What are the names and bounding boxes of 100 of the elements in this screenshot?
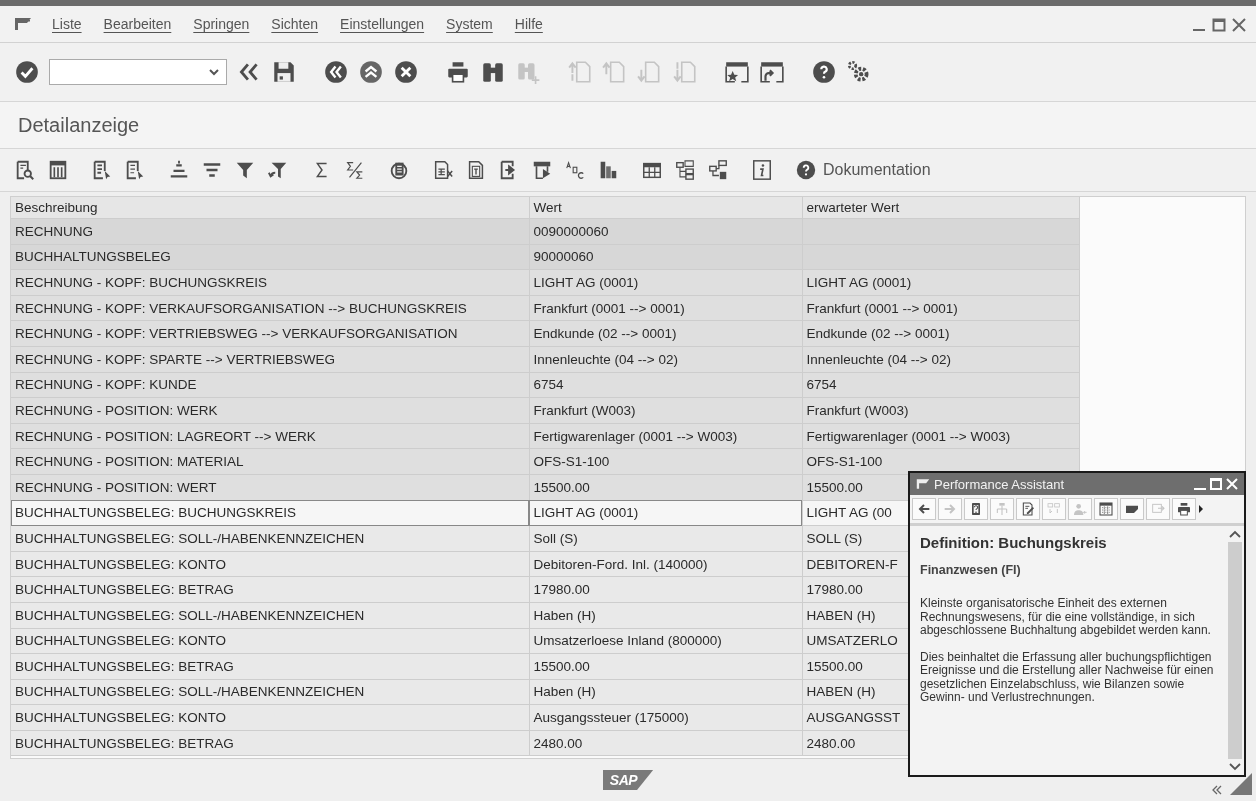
edit-document-icon	[1020, 501, 1036, 517]
table-cell: 6754	[802, 372, 1079, 398]
table-cell: LIGHT AG (0001)	[529, 269, 802, 296]
table-cell: BUCHHALTUNGSBELEG: BETRAG	[11, 730, 529, 756]
table-cell: Frankfurt (0001 --> 0001)	[529, 295, 802, 321]
column-header[interactable]: Wert	[529, 197, 802, 219]
screen-title: Detailanzeige	[18, 113, 140, 137]
table-cell: Frankfurt (W003)	[529, 397, 802, 424]
toolbar-button[interactable]	[912, 498, 936, 520]
document-search-icon[interactable]	[14, 159, 36, 181]
person-icon	[1072, 501, 1088, 517]
list-cursor-icon[interactable]	[91, 159, 113, 181]
table-cell: Fertigwarenlager (0001 --> W003)	[529, 423, 802, 449]
printer-icon[interactable]	[445, 59, 471, 85]
toolbar-button[interactable]	[1120, 498, 1144, 520]
hierarchy-icon	[994, 501, 1010, 517]
menu-item[interactable]: System	[438, 16, 507, 32]
table-cell: Fertigwarenlager (0001 --> W003)	[802, 423, 1079, 449]
column-header[interactable]: erwarteter Wert	[802, 197, 1079, 219]
menu-icon[interactable]	[916, 478, 930, 490]
menu-item[interactable]: Bearbeiten	[95, 16, 186, 32]
column-header[interactable]: Beschreibung	[11, 197, 529, 219]
more-icon[interactable]	[1198, 504, 1204, 514]
table-cell: 90000060	[529, 244, 802, 270]
resize-grip-icon[interactable]	[1230, 773, 1252, 795]
back-icon[interactable]	[323, 59, 349, 85]
command-field[interactable]	[49, 59, 227, 85]
table-cell: Frankfurt (0001 --> 0001)	[802, 295, 1079, 321]
table-cell: Ausgangssteuer (175000)	[529, 704, 802, 731]
check-icon[interactable]	[14, 59, 40, 85]
list-cursor-icon[interactable]	[124, 159, 146, 181]
printer-icon	[1176, 501, 1192, 517]
info-icon[interactable]	[751, 159, 773, 181]
table-cell: Innenleuchte (04 --> 02)	[802, 346, 1079, 373]
toolbar-button[interactable]	[1172, 498, 1196, 520]
table-cell: Debitoren-Ford. Inl. (140000)	[529, 551, 802, 577]
column-layout-icon[interactable]	[47, 159, 69, 181]
toolbar-button[interactable]	[1094, 498, 1118, 520]
table-cell: RECHNUNG - KOPF: KUNDE	[11, 372, 529, 398]
calendar-icon	[1098, 501, 1114, 517]
window-arrow-icon[interactable]	[759, 59, 785, 85]
table-cell: RECHNUNG - KOPF: VERKAUFSORGANISATION --> BUCHUNGSKREIS	[11, 295, 529, 321]
table-cell: Endkunde (02 --> 0001)	[802, 320, 1079, 347]
window-star-icon[interactable]	[724, 59, 750, 85]
table-cell: RECHNUNG - POSITION: LAGREORT --> WERK	[11, 423, 529, 449]
menu-item[interactable]: Einstellungen	[332, 16, 439, 32]
font-size-icon[interactable]	[564, 159, 586, 181]
table-cell: BUCHHALTUNGSBELEG: KONTO	[11, 704, 529, 731]
table-cell: 2480.00	[529, 730, 802, 756]
table-cell: 15500.00	[529, 653, 802, 680]
table-cell: BUCHHALTUNGSBELEG	[11, 244, 529, 270]
table-cell: Endkunde (02 --> 0001)	[529, 320, 802, 347]
documentation-button[interactable]: Dokumentation	[795, 159, 931, 181]
table-cell: BUCHHALTUNGSBELEG: BETRAG	[11, 653, 529, 680]
table-cell: Haben (H)	[529, 602, 802, 628]
table-cell: LIGHT AG (0001)	[529, 500, 802, 526]
cancel-icon[interactable]	[393, 59, 419, 85]
table-cell: Innenleuchte (04 --> 02)	[529, 346, 802, 373]
menu-item[interactable]: Hilfe	[506, 16, 557, 32]
maximize-icon[interactable]	[1210, 477, 1222, 491]
sort-ascending-icon[interactable]	[168, 159, 190, 181]
table-cell: Frankfurt (W003)	[802, 397, 1079, 424]
layout-icon[interactable]	[531, 159, 553, 181]
maximize-icon[interactable]	[1212, 16, 1226, 32]
table-cell: BUCHHALTUNGSBELEG: BETRAG	[11, 576, 529, 603]
close-icon[interactable]	[1232, 16, 1246, 32]
menu-item[interactable]: Springen	[185, 16, 264, 32]
exit-icon[interactable]	[358, 59, 384, 85]
table-cell: 15500.00	[529, 474, 802, 501]
table-cell: RECHNUNG - KOPF: SPARTE --> VERTRIEBSWEG	[11, 346, 529, 373]
help-icon	[795, 159, 817, 181]
scroll-down-icon[interactable]	[1229, 763, 1241, 771]
close-icon[interactable]	[1226, 477, 1238, 491]
menu-item[interactable]: Liste	[44, 16, 96, 32]
menu-item[interactable]: Sichten	[263, 16, 333, 32]
table-cell: RECHNUNG - POSITION: WERT	[11, 474, 529, 501]
table-cell: BUCHHALTUNGSBELEG: SOLL-/HABENKENNZEICHEN	[11, 525, 529, 552]
area-label: Finanzwesen (FI)	[920, 563, 1022, 577]
collapse-icon[interactable]	[1212, 785, 1222, 795]
table-cell: RECHNUNG - KOPF: BUCHUNGSKREIS	[11, 269, 529, 296]
table-cell: LIGHT AG (0001)	[802, 269, 1079, 296]
table-cell: BUCHHALTUNGSBELEG: SOLL-/HABENKENNZEICHEN	[11, 679, 529, 705]
hierarchy-icon[interactable]	[674, 159, 696, 181]
help-icon[interactable]	[811, 59, 837, 85]
popup-title: Performance Assistant	[934, 476, 1065, 492]
table-cell: RECHNUNG - POSITION: MATERIAL	[11, 448, 529, 475]
menu-icon[interactable]	[14, 17, 32, 31]
spreadsheet-icon[interactable]	[432, 159, 454, 181]
hierarchy-icon[interactable]	[707, 159, 729, 181]
table-cell: Soll (S)	[529, 525, 802, 552]
toolbar-button[interactable]	[1016, 498, 1040, 520]
dropdown-icon[interactable]	[208, 68, 220, 76]
sap-logo: SAP	[602, 770, 654, 790]
table-cell: BUCHHALTUNGSBELEG: KONTO	[11, 551, 529, 577]
table-cell: 6754	[529, 372, 802, 398]
table-cell: RECHNUNG	[11, 218, 529, 245]
table-cell: OFS-S1-100	[529, 448, 802, 475]
table-cell: BUCHHALTUNGSBELEG: SOLL-/HABENKENNZEICHEN	[11, 602, 529, 628]
toolbar-button[interactable]	[964, 498, 988, 520]
scroll-up-icon[interactable]	[1229, 530, 1241, 538]
